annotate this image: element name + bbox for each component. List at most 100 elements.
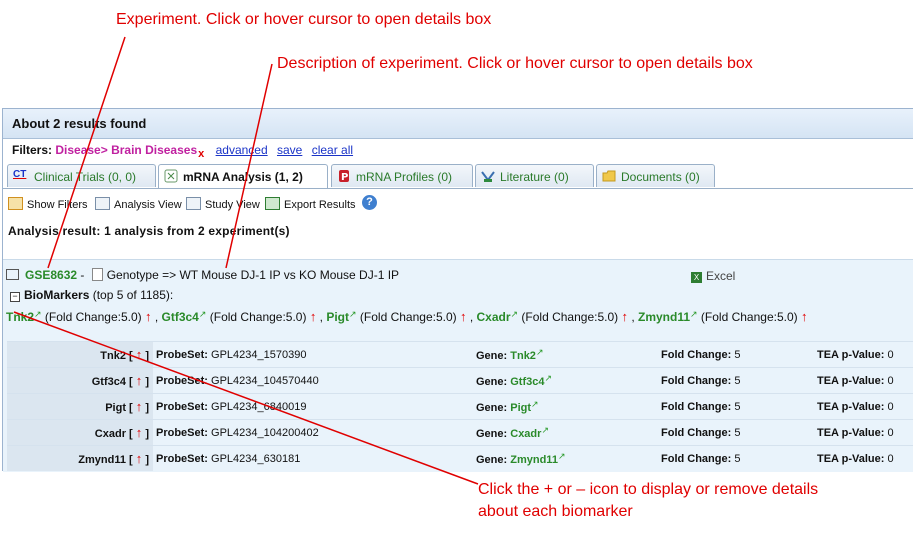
biomarkers-subtitle: (top 5 of 1185): xyxy=(92,288,174,302)
tab-mrna-analysis[interactable]: mRNA Analysis (1, 2) xyxy=(158,164,328,189)
external-link-icon[interactable]: ↗ xyxy=(531,399,539,409)
results-title: About 2 results found xyxy=(12,116,147,131)
fold-label: Fold Change: xyxy=(661,374,732,387)
external-link-icon[interactable]: ↗ xyxy=(349,309,357,319)
gene-link[interactable]: Zmynd11 xyxy=(510,454,558,466)
show-filters-button[interactable]: Show Filters xyxy=(8,197,88,211)
gene-name: Cxadr xyxy=(94,428,126,440)
gene-link-cell: Gene: Pigt↗ xyxy=(476,393,661,420)
probeset-label: ProbeSet: xyxy=(156,452,208,465)
gene-name: Zmynd11 xyxy=(78,454,126,466)
experiment-id-link[interactable]: GSE8632 xyxy=(25,268,77,282)
external-link-icon[interactable]: ↗ xyxy=(34,309,42,319)
probeset-label: ProbeSet: xyxy=(156,374,208,387)
tea-label: TEA p-Value: xyxy=(817,400,885,413)
gene-link-cell: Gene: Cxadr↗ xyxy=(476,419,661,446)
external-link-icon[interactable]: ↗ xyxy=(541,425,549,435)
fold-label: Fold Change: xyxy=(661,348,732,361)
gene-link[interactable]: Pigt xyxy=(510,402,531,414)
analysis-view-label: Analysis View xyxy=(114,199,182,211)
experiment-description[interactable]: Genotype => WT Mouse DJ-1 IP vs KO Mouse… xyxy=(107,268,399,282)
tea-cell: TEA p-Value: 0 xyxy=(817,341,913,368)
save-link[interactable]: save xyxy=(277,143,302,157)
fold-change-text: (Fold Change:5.0) xyxy=(44,310,142,324)
table-row: Gtf3c4 [ ↑ ] ProbeSet: GPL4234_104570440… xyxy=(7,367,913,394)
external-link-icon[interactable]: ↗ xyxy=(545,373,553,383)
excel-export-link[interactable]: X Excel xyxy=(691,269,735,283)
probeset-cell: ProbeSet: GPL4234_104570440 xyxy=(153,367,476,394)
gene-link[interactable]: Pigt xyxy=(326,310,349,324)
probeset-cell: ProbeSet: GPL4234_104200402 xyxy=(153,419,476,446)
fold-cell: Fold Change: 5 xyxy=(661,445,817,471)
filter-icon xyxy=(8,197,23,210)
probeset-value: GPL4234_1570390 xyxy=(211,348,307,361)
up-arrow-icon: ↑ xyxy=(309,309,317,324)
tab-documents[interactable]: Documents (0) xyxy=(596,164,715,187)
external-link-icon[interactable]: ↗ xyxy=(511,309,519,319)
external-link-icon[interactable]: ↗ xyxy=(199,309,207,319)
external-link-icon[interactable]: ↗ xyxy=(536,347,544,357)
fold-label: Fold Change: xyxy=(661,400,732,413)
biomarkers-title: − BioMarkers (top 5 of 1185): xyxy=(10,288,173,302)
external-link-icon[interactable]: ↗ xyxy=(558,451,566,461)
table-row: Cxadr [ ↑ ] ProbeSet: GPL4234_104200402 … xyxy=(7,419,913,446)
results-header: About 2 results found xyxy=(3,109,913,139)
tea-value: 0 xyxy=(887,400,894,413)
experiment-row: GSE8632 - Genotype => WT Mouse DJ-1 IP v… xyxy=(6,268,399,282)
tab-label: Documents (0) xyxy=(621,170,700,184)
gene-link[interactable]: Tnk2 xyxy=(510,350,536,362)
external-link-icon[interactable]: ↗ xyxy=(690,309,698,319)
literature-icon xyxy=(481,169,497,183)
study-view-icon xyxy=(186,197,201,210)
fold-cell: Fold Change: 5 xyxy=(661,367,817,394)
up-arrow-icon: ↑ xyxy=(459,309,467,324)
probeset-value: GPL4234_6840019 xyxy=(211,400,307,413)
probeset-label: ProbeSet: xyxy=(156,426,208,439)
document-icon xyxy=(91,268,103,281)
collapse-icon[interactable]: − xyxy=(10,292,20,302)
export-results-button[interactable]: Export Results xyxy=(265,197,356,211)
probeset-label: ProbeSet: xyxy=(156,348,208,361)
advanced-link[interactable]: advanced xyxy=(216,143,268,157)
filters-bar: Filters: Disease> Brain Diseasesx advanc… xyxy=(12,143,359,160)
fold-label: Fold Change: xyxy=(661,452,732,465)
tab-mrna-profiles[interactable]: P mRNA Profiles (0) xyxy=(331,164,473,187)
folder-icon xyxy=(602,169,618,183)
fold-value: 5 xyxy=(734,348,741,361)
up-arrow-icon: ↑ xyxy=(135,451,143,466)
fold-cell: Fold Change: 5 xyxy=(661,341,817,368)
gene-link[interactable]: Cxadr xyxy=(510,428,541,440)
table-row: Pigt [ ↑ ] ProbeSet: GPL4234_6840019 Gen… xyxy=(7,393,913,420)
probeset-cell: ProbeSet: GPL4234_6840019 xyxy=(153,393,476,420)
gene-link[interactable]: Cxadr xyxy=(477,310,511,324)
up-arrow-icon: ↑ xyxy=(621,309,628,324)
analysis-view-button[interactable]: Analysis View xyxy=(95,197,182,211)
excel-icon: X xyxy=(691,272,702,283)
gene-link-cell: Gene: Tnk2↗ xyxy=(476,341,661,368)
help-icon[interactable]: ? xyxy=(362,195,377,210)
tea-value: 0 xyxy=(887,374,894,387)
up-arrow-icon: ↑ xyxy=(144,309,152,324)
clear-all-link[interactable]: clear all xyxy=(312,143,353,157)
tea-cell: TEA p-Value: 0 xyxy=(817,445,913,471)
biomarker-table: Tnk2 [ ↑ ] ProbeSet: GPL4234_1570390 Gen… xyxy=(7,341,913,471)
gene-link[interactable]: Gtf3c4 xyxy=(510,376,544,388)
svg-text:P: P xyxy=(341,172,348,183)
probeset-value: GPL4234_104570440 xyxy=(211,374,319,387)
fold-value: 5 xyxy=(734,452,741,465)
mrna-icon xyxy=(164,169,180,183)
analysis-view-icon xyxy=(95,197,110,210)
fold-change-text: (Fold Change:5.0) xyxy=(209,310,307,324)
gene-link[interactable]: Zmynd11 xyxy=(638,310,690,324)
tab-literature[interactable]: Literature (0) xyxy=(475,164,594,187)
remove-filter-icon[interactable]: x xyxy=(198,148,204,160)
fold-value: 5 xyxy=(734,426,741,439)
probeset-label: ProbeSet: xyxy=(156,400,208,413)
tea-label: TEA p-Value: xyxy=(817,426,885,439)
tab-clinical-trials[interactable]: CT Clinical Trials (0, 0) xyxy=(7,164,156,187)
gene-link[interactable]: Tnk2 xyxy=(6,310,34,324)
gene-link[interactable]: Gtf3c4 xyxy=(162,310,199,324)
export-results-label: Export Results xyxy=(284,199,356,211)
probeset-cell: ProbeSet: GPL4234_630181 xyxy=(153,445,476,471)
study-view-button[interactable]: Study View xyxy=(186,197,260,211)
